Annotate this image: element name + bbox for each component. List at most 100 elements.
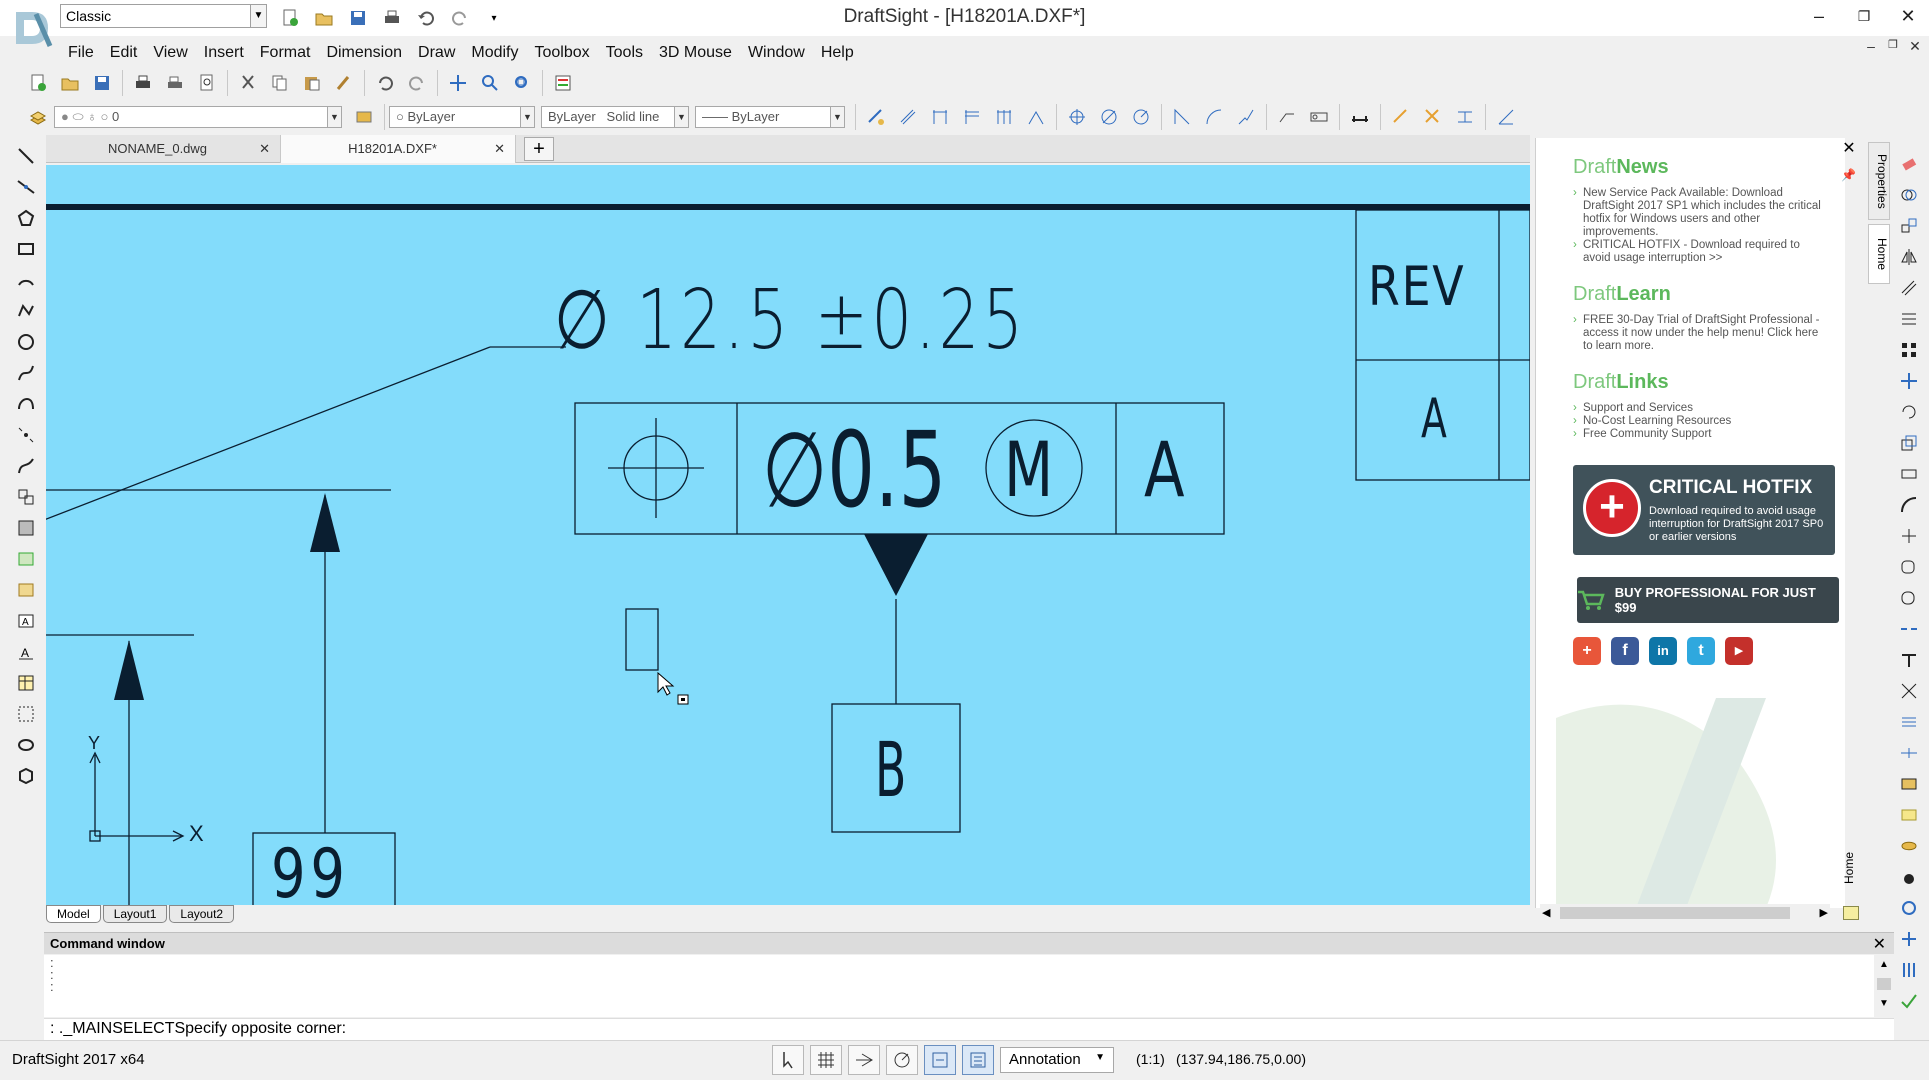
minimize-button[interactable]: – [1797, 0, 1841, 32]
close-window-button[interactable]: ✕ [1886, 0, 1929, 32]
scroll-thumb[interactable] [1877, 978, 1891, 990]
redo-icon[interactable] [403, 69, 431, 97]
mirror-icon[interactable] [1895, 243, 1923, 271]
scale-icon[interactable] [1895, 429, 1923, 457]
menu-draw[interactable]: Draw [410, 41, 463, 65]
menu-tools[interactable]: Tools [598, 41, 651, 65]
tab-noname-dwg[interactable]: NONAME_0.dwg ✕ [46, 134, 281, 163]
draftsight-logo-icon[interactable] [10, 4, 56, 50]
ellipse-icon[interactable] [12, 731, 40, 759]
explode-icon[interactable] [1895, 708, 1923, 736]
dim-linear-icon[interactable] [926, 103, 954, 131]
edit-array-icon[interactable] [1895, 863, 1923, 891]
open-icon[interactable] [56, 69, 84, 97]
pan-icon[interactable] [444, 69, 472, 97]
point-icon[interactable] [12, 421, 40, 449]
rectangle-icon[interactable] [12, 235, 40, 263]
save-icon[interactable] [88, 69, 116, 97]
copy-icon[interactable] [266, 69, 294, 97]
menu-format[interactable]: Format [252, 41, 319, 65]
command-input[interactable]: : ._MAINSELECTSpecify opposite corner: [44, 1018, 1894, 1040]
block-icon[interactable] [12, 483, 40, 511]
array-icon[interactable] [1895, 336, 1923, 364]
link-item[interactable]: No-Cost Learning Resources [1573, 415, 1823, 428]
undo-icon[interactable] [371, 69, 399, 97]
dim-baseline-icon[interactable] [958, 103, 986, 131]
table-icon[interactable] [12, 669, 40, 697]
edit-hatch-icon[interactable] [1895, 770, 1923, 798]
linkedin-icon[interactable]: in [1649, 637, 1677, 665]
doc-minimize-button[interactable]: – [1860, 38, 1882, 60]
close-tab-icon[interactable]: ✕ [259, 141, 270, 157]
edit-spline-icon[interactable] [1895, 894, 1923, 922]
lineweight-select[interactable]: —— ByLayer ▼ [695, 106, 845, 128]
hatch-icon[interactable] [12, 514, 40, 542]
tab-layout2[interactable]: Layout2 [169, 905, 235, 923]
redo-button[interactable] [446, 4, 474, 32]
infinite-line-icon[interactable] [12, 173, 40, 201]
dim-override-icon[interactable] [1419, 103, 1447, 131]
join-icon[interactable] [1895, 615, 1923, 643]
cut-icon[interactable] [234, 69, 262, 97]
note-icon[interactable]: A [12, 607, 40, 635]
critical-hotfix-banner[interactable]: + CRITICAL HOTFIX Download required to a… [1573, 465, 1835, 555]
menu-modify[interactable]: Modify [463, 41, 526, 65]
draftsight-social-icon[interactable]: + [1573, 637, 1601, 665]
link-item[interactable]: Support and Services [1573, 402, 1823, 415]
zoom-icon[interactable] [476, 69, 504, 97]
menu-3d-mouse[interactable]: 3D Mouse [651, 41, 740, 65]
scroll-thumb[interactable] [1560, 907, 1790, 919]
esnap-toggle-icon[interactable] [924, 1045, 956, 1075]
menu-view[interactable]: View [145, 41, 195, 65]
paste-icon[interactable] [298, 69, 326, 97]
tolerance-icon[interactable] [1305, 103, 1333, 131]
menu-help[interactable]: Help [813, 41, 862, 65]
ortho-toggle-icon[interactable] [848, 1045, 880, 1075]
new-tab-button[interactable]: + [524, 136, 554, 161]
layer-manager-icon[interactable] [24, 103, 52, 131]
tab-layout1[interactable]: Layout1 [102, 905, 168, 923]
drawing-canvas[interactable]: ∅ 12.5 ±0.25 ∅0.5 M A B REV A 99 X Y [46, 165, 1530, 905]
lengthen-icon[interactable] [1895, 491, 1923, 519]
format-painter-icon[interactable] [330, 69, 358, 97]
chamfer-icon[interactable] [1895, 646, 1923, 674]
edit-attribute-icon[interactable] [1895, 832, 1923, 860]
pattern-icon[interactable] [1895, 305, 1923, 333]
fillet-icon[interactable] [1895, 677, 1923, 705]
stretch-icon[interactable] [1895, 460, 1923, 488]
color-select[interactable]: ○ ByLayer ▼ [389, 106, 535, 128]
dim-diameter-icon[interactable] [1095, 103, 1123, 131]
print-icon[interactable] [129, 69, 157, 97]
home-vertical-label[interactable]: Home [1842, 852, 1862, 884]
region-icon[interactable] [12, 700, 40, 728]
dim-oblique-icon[interactable] [1492, 103, 1520, 131]
leader-icon[interactable] [1273, 103, 1301, 131]
polar-toggle-icon[interactable] [886, 1045, 918, 1075]
scroll-left-icon[interactable]: ◀ [1542, 906, 1550, 919]
menu-edit[interactable]: Edit [102, 41, 146, 65]
matchprop-icon[interactable] [1895, 925, 1923, 953]
dim-aligned-icon[interactable] [894, 103, 922, 131]
edit-block-icon[interactable] [1895, 801, 1923, 829]
offset-icon[interactable] [1895, 274, 1923, 302]
line-icon[interactable] [12, 142, 40, 170]
dim-style-icon[interactable] [1346, 103, 1374, 131]
properties-icon[interactable] [549, 69, 577, 97]
learn-item[interactable]: FREE 30-Day Trial of DraftSight Professi… [1573, 314, 1823, 353]
scroll-right-icon[interactable]: ▶ [1820, 906, 1828, 919]
align-icon[interactable] [1895, 956, 1923, 984]
print-button[interactable] [378, 4, 406, 32]
annotation-scale-select[interactable]: Annotation ▼ [1000, 1047, 1114, 1073]
extend-icon[interactable] [1895, 553, 1923, 581]
link-item[interactable]: Free Community Support [1573, 428, 1823, 441]
linetype-select[interactable]: ByLayer Solid line ▼ [541, 106, 689, 128]
dim-edit-icon[interactable] [1387, 103, 1415, 131]
new-file-button[interactable] [276, 4, 304, 32]
tab-model[interactable]: Model [46, 905, 101, 923]
side-tab-home[interactable]: Home [1868, 224, 1890, 284]
etrack-toggle-icon[interactable] [962, 1045, 994, 1075]
zoom-window-icon[interactable] [508, 69, 536, 97]
save-button[interactable] [344, 4, 372, 32]
menu-insert[interactable]: Insert [196, 41, 252, 65]
copy-entity-icon[interactable] [1895, 212, 1923, 240]
